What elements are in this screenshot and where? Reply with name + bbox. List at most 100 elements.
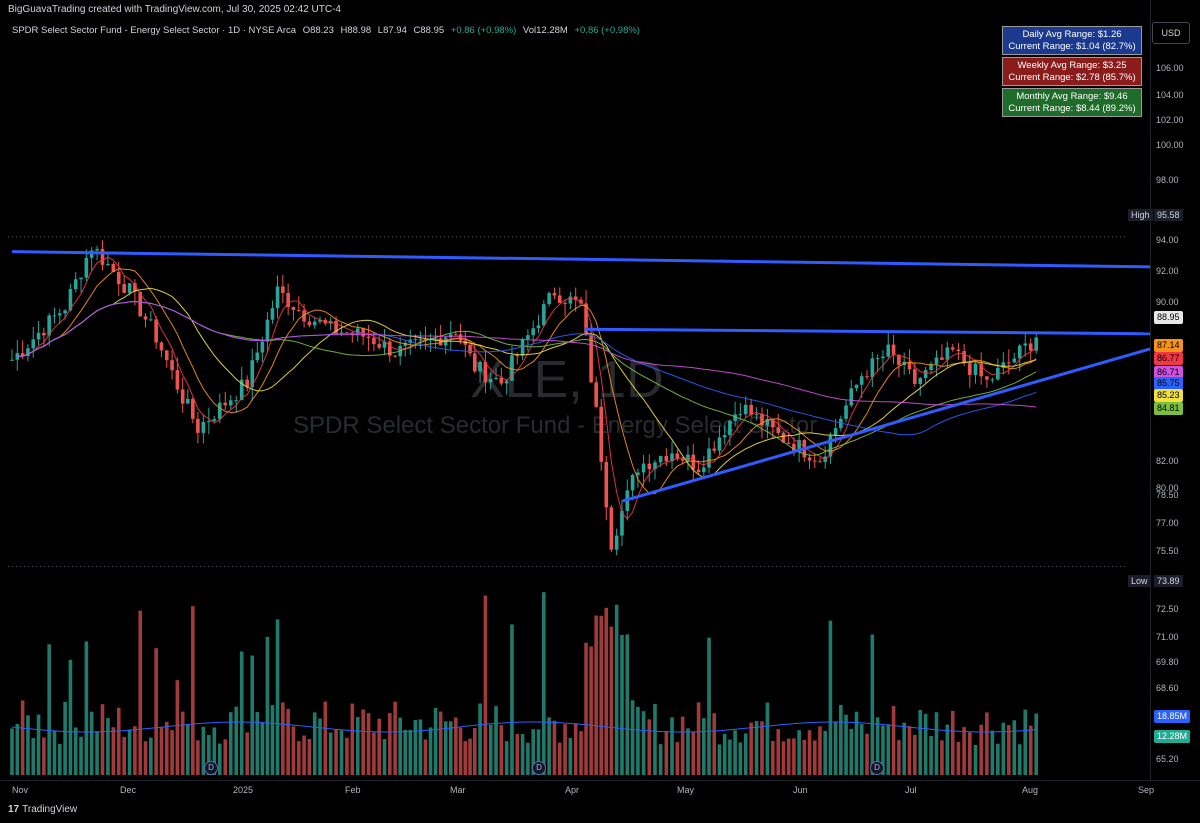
candle-body <box>270 308 275 320</box>
volume-bar <box>408 729 413 775</box>
candle-body <box>63 310 67 314</box>
moving-average-line <box>17 287 1037 479</box>
volume-bar <box>328 732 333 775</box>
volume-bar <box>250 655 255 775</box>
candle-body <box>680 458 685 461</box>
volume-bar <box>658 744 663 775</box>
candle-body <box>604 461 609 508</box>
volume-bar <box>443 721 448 775</box>
volume-bar <box>106 718 110 775</box>
low-value-label: 73.89 <box>1154 575 1183 587</box>
volume-bar <box>956 741 961 775</box>
volume-bar <box>291 726 296 775</box>
candle-body <box>57 313 62 316</box>
volume-bar <box>95 731 99 775</box>
volume-bar <box>902 722 906 775</box>
candle-body <box>180 389 185 404</box>
volume-bar <box>614 604 619 775</box>
candle-body <box>599 406 604 462</box>
dividend-marker[interactable]: D <box>870 761 884 775</box>
price-tick-label: 104.00 <box>1156 90 1184 100</box>
volume-bar <box>792 738 796 775</box>
high-label: High <box>1128 209 1153 221</box>
candle-body <box>116 271 121 285</box>
price-tick-label: 77.00 <box>1156 518 1179 528</box>
volume-bar <box>664 731 669 775</box>
volume-bar <box>413 719 418 775</box>
candle-body <box>609 507 614 550</box>
candle-body <box>207 420 211 423</box>
candle-body <box>722 435 727 438</box>
candle-body <box>807 457 812 461</box>
volume-bar <box>57 744 62 775</box>
volume-bar <box>260 722 265 775</box>
volume-bar <box>563 724 567 775</box>
volume-bar <box>807 730 812 775</box>
volume-bar <box>20 700 25 775</box>
volume-bar <box>630 700 635 775</box>
candle-body <box>413 339 418 341</box>
volume-bar <box>433 707 438 775</box>
volume-level-pill: 12.28M <box>1154 730 1191 743</box>
candle-body <box>854 384 859 389</box>
volume-bar <box>599 615 604 775</box>
volume-bar <box>10 728 14 775</box>
candle-body <box>923 370 928 379</box>
volume-bar <box>913 734 917 775</box>
candle-body <box>664 456 669 462</box>
candle-body <box>458 334 463 341</box>
volume-bar <box>377 718 381 775</box>
volume-bar <box>122 736 126 775</box>
volume-bar <box>323 701 328 775</box>
time-tick-label: Nov <box>12 785 29 795</box>
candle-body <box>563 302 567 304</box>
volume-bar <box>448 721 453 775</box>
price-tick-label: 90.00 <box>1156 297 1179 307</box>
volume-bar <box>510 624 514 775</box>
volume-bar <box>839 704 843 775</box>
dividend-marker[interactable]: D <box>532 761 546 775</box>
candle-body <box>372 337 376 345</box>
trendline <box>584 327 1151 336</box>
time-tick-label: Mar <box>450 785 466 795</box>
volume-bar <box>185 724 190 775</box>
candle-body <box>531 328 536 336</box>
volume-bar <box>393 701 397 775</box>
volume-bar <box>547 717 551 775</box>
candle-body <box>985 376 989 380</box>
volume-bar <box>717 744 722 775</box>
volume-bar <box>164 722 169 775</box>
volume-bar <box>84 641 89 775</box>
candle-body <box>393 355 397 357</box>
candle-body <box>641 463 646 473</box>
dividend-marker[interactable]: D <box>204 761 218 775</box>
candle-body <box>499 377 504 384</box>
volume-bar <box>100 704 105 775</box>
candle-body <box>702 467 706 473</box>
volume-bar <box>589 646 593 775</box>
volume-bar <box>26 715 30 775</box>
volume-bar <box>265 636 270 775</box>
volume-bar <box>712 713 717 775</box>
volume-bar <box>849 728 854 775</box>
tradingview-icon: 17 <box>8 804 20 815</box>
candle-body <box>73 279 78 290</box>
price-chart[interactable] <box>0 0 1200 823</box>
candle-body <box>844 405 848 419</box>
volume-bar <box>797 730 801 775</box>
volume-bar <box>302 735 306 775</box>
tradingview-logo[interactable]: 17 TradingView <box>8 804 77 815</box>
volume-bar <box>423 739 428 775</box>
volume-bar <box>468 738 472 775</box>
volume-bar <box>234 706 239 775</box>
candle-body <box>122 284 126 293</box>
candle-body <box>557 295 562 303</box>
volume-bar <box>691 731 696 775</box>
volume-bar <box>191 606 195 775</box>
volume-bar <box>696 702 701 775</box>
candle-body <box>717 437 722 451</box>
candle-body <box>968 363 972 375</box>
volume-bar <box>945 724 950 775</box>
candle-body <box>738 414 743 416</box>
candle-body <box>918 378 923 384</box>
